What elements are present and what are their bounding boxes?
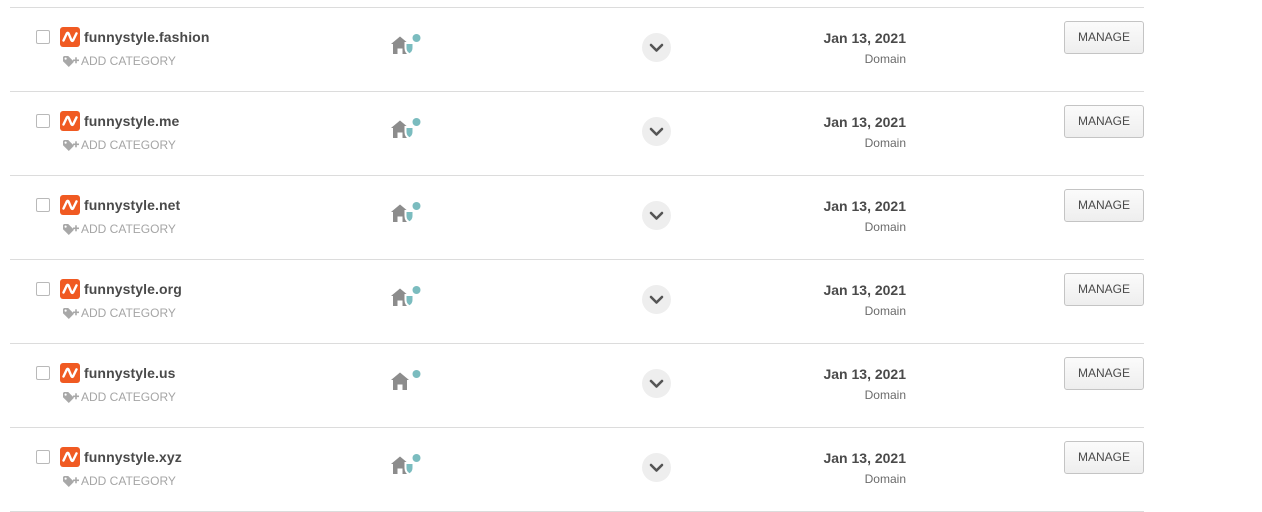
domain-status-icons (390, 453, 424, 477)
domain-status-icons (390, 369, 424, 393)
tag-plus-icon (62, 390, 80, 404)
add-category-button[interactable]: ADD CATEGORY (62, 221, 176, 237)
expiration-date: Jan 13, 2021 (823, 366, 906, 382)
domain-row: funnystyle.xyz ADD CATEGORY Jan 13, 2021… (0, 428, 1262, 512)
domain-name-link[interactable]: funnystyle.org (84, 281, 182, 297)
tag-plus-icon (62, 222, 80, 236)
domain-name-link[interactable]: funnystyle.net (84, 197, 180, 213)
domain-row: funnystyle.me ADD CATEGORY Jan 13, 2021 … (0, 92, 1262, 176)
domain-row: funnystyle.fashion ADD CATEGORY Jan 13, … (0, 8, 1262, 92)
namecheap-logo-icon (60, 279, 80, 299)
manage-button[interactable]: MANAGE (1064, 273, 1144, 306)
status-dot-icon (412, 454, 421, 462)
product-type-label: Domain (864, 220, 906, 234)
manage-button[interactable]: MANAGE (1064, 441, 1144, 474)
tag-plus-icon (62, 306, 80, 320)
status-dot-icon (412, 286, 421, 294)
expand-row-button[interactable] (642, 201, 671, 230)
add-category-button[interactable]: ADD CATEGORY (62, 473, 176, 489)
expiration-date: Jan 13, 2021 (823, 30, 906, 46)
add-category-button[interactable]: ADD CATEGORY (62, 53, 176, 69)
row-checkbox[interactable] (36, 114, 50, 128)
domain-name-link[interactable]: funnystyle.us (84, 365, 176, 381)
expiration-date: Jan 13, 2021 (823, 114, 906, 130)
tag-plus-icon (62, 138, 80, 152)
namecheap-logo-icon (60, 27, 80, 47)
row-checkbox[interactable] (36, 198, 50, 212)
namecheap-logo-icon (60, 363, 80, 383)
domain-status-icons (390, 201, 424, 225)
shield-icon (404, 294, 415, 308)
manage-button[interactable]: MANAGE (1064, 189, 1144, 222)
domain-row: funnystyle.net ADD CATEGORY Jan 13, 2021… (0, 176, 1262, 260)
product-type-label: Domain (864, 136, 906, 150)
status-dot-icon (412, 34, 421, 42)
domain-row: funnystyle.org ADD CATEGORY Jan 13, 2021… (0, 260, 1262, 344)
shield-icon (404, 210, 415, 224)
domain-name-link[interactable]: funnystyle.fashion (84, 29, 209, 45)
status-dot-icon (412, 202, 421, 210)
domain-status-icons (390, 117, 424, 141)
add-category-button[interactable]: ADD CATEGORY (62, 137, 176, 153)
add-category-button[interactable]: ADD CATEGORY (62, 305, 176, 321)
shield-icon (404, 462, 415, 476)
add-category-label: ADD CATEGORY (81, 222, 176, 236)
expiration-date: Jan 13, 2021 (823, 450, 906, 466)
shield-icon (404, 126, 415, 140)
tag-plus-icon (62, 54, 80, 68)
add-category-label: ADD CATEGORY (81, 474, 176, 488)
domain-status-icons (390, 33, 424, 57)
expand-row-button[interactable] (642, 33, 671, 62)
add-category-label: ADD CATEGORY (81, 390, 176, 404)
expand-row-button[interactable] (642, 285, 671, 314)
manage-button[interactable]: MANAGE (1064, 357, 1144, 390)
manage-button[interactable]: MANAGE (1064, 105, 1144, 138)
home-icon (391, 372, 409, 390)
product-type-label: Domain (864, 388, 906, 402)
row-checkbox[interactable] (36, 450, 50, 464)
status-dot-icon (412, 118, 421, 126)
expand-row-button[interactable] (642, 369, 671, 398)
add-category-label: ADD CATEGORY (81, 54, 176, 68)
row-checkbox[interactable] (36, 282, 50, 296)
product-type-label: Domain (864, 472, 906, 486)
row-checkbox[interactable] (36, 366, 50, 380)
add-category-label: ADD CATEGORY (81, 138, 176, 152)
product-type-label: Domain (864, 52, 906, 66)
namecheap-logo-icon (60, 447, 80, 467)
domain-name-link[interactable]: funnystyle.xyz (84, 449, 182, 465)
row-checkbox[interactable] (36, 30, 50, 44)
domain-status-icons (390, 285, 424, 309)
expand-row-button[interactable] (642, 117, 671, 146)
expiration-date: Jan 13, 2021 (823, 282, 906, 298)
status-dot-icon (412, 370, 421, 378)
namecheap-logo-icon (60, 111, 80, 131)
shield-icon (404, 42, 415, 56)
add-category-label: ADD CATEGORY (81, 306, 176, 320)
domain-row: funnystyle.us ADD CATEGORY Jan 13, 2021 … (0, 344, 1262, 428)
namecheap-logo-icon (60, 195, 80, 215)
tag-plus-icon (62, 474, 80, 488)
manage-button[interactable]: MANAGE (1064, 21, 1144, 54)
product-type-label: Domain (864, 304, 906, 318)
domain-name-link[interactable]: funnystyle.me (84, 113, 179, 129)
expand-row-button[interactable] (642, 453, 671, 482)
expiration-date: Jan 13, 2021 (823, 198, 906, 214)
add-category-button[interactable]: ADD CATEGORY (62, 389, 176, 405)
